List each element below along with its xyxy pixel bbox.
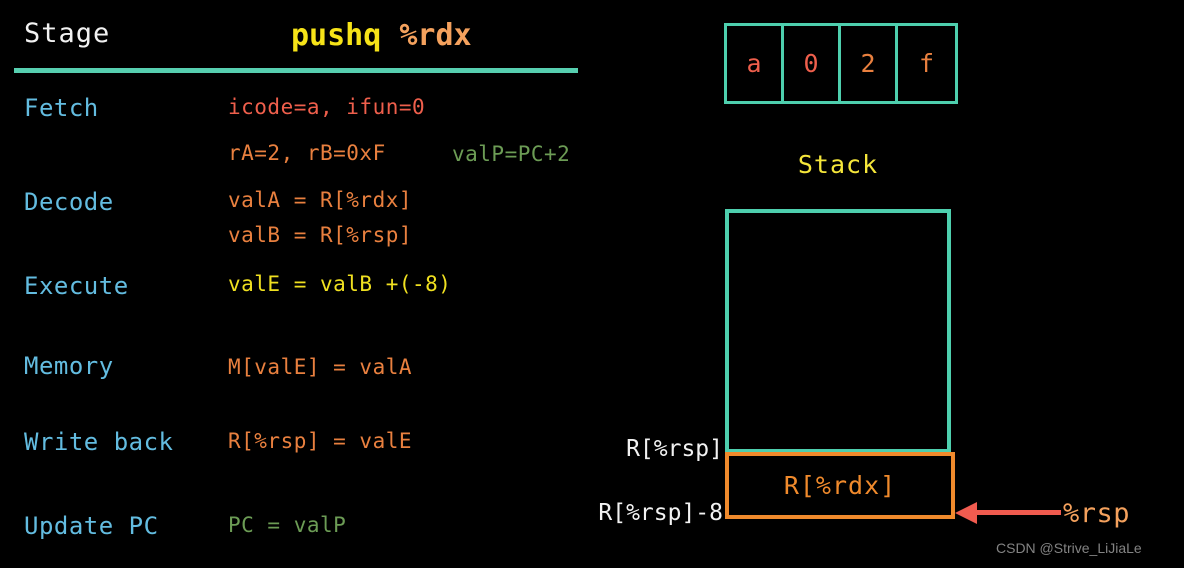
stack-pointer-label: %rsp bbox=[1063, 498, 1131, 529]
instruction-title: pushq %rdx bbox=[291, 18, 472, 53]
stack-empty-region bbox=[725, 209, 951, 453]
stage-label-memory: Memory bbox=[24, 352, 114, 380]
stage-label-fetch: Fetch bbox=[24, 94, 99, 122]
encoding-byte-3: f bbox=[918, 49, 935, 78]
stack-pointer-arrow bbox=[955, 500, 1065, 524]
stage-value-decode-line1: valA = R[%rdx] bbox=[228, 188, 413, 212]
stage-value-execute: valE = valB +(-8) bbox=[228, 272, 452, 296]
stack-pushed-slot: R[%rdx] bbox=[725, 452, 955, 519]
header-divider bbox=[14, 68, 578, 73]
arrow-shaft bbox=[973, 510, 1061, 515]
stage-value-update-pc: PC = valP bbox=[228, 513, 347, 537]
instruction-mnemonic: pushq bbox=[291, 18, 382, 53]
encoding-byte-2: 2 bbox=[841, 26, 898, 101]
stack-title: Stack bbox=[797, 150, 879, 179]
stage-value-fetch-line2: rA=2, rB=0xF bbox=[228, 141, 386, 165]
stage-label-write-back: Write back bbox=[24, 428, 174, 456]
slide-canvas: Stage pushq %rdx Fetch icode=a, ifun=0 r… bbox=[0, 0, 1184, 568]
stage-value-decode-line2: valB = R[%rsp] bbox=[228, 223, 413, 247]
stage-value-fetch-valp: valP=PC+2 bbox=[452, 142, 571, 166]
instruction-encoding-bytes: a 0 2 f bbox=[724, 23, 958, 104]
stage-label-execute: Execute bbox=[24, 272, 129, 300]
stage-value-fetch-line1: icode=a, ifun=0 bbox=[228, 95, 426, 119]
stage-column-header: Stage bbox=[24, 18, 111, 49]
stage-value-memory: M[valE] = valA bbox=[228, 355, 413, 379]
instruction-operand: %rdx bbox=[399, 18, 472, 53]
instruction-space bbox=[381, 18, 399, 53]
stage-label-update-pc: Update PC bbox=[24, 512, 159, 540]
encoding-byte-1: 0 bbox=[784, 26, 841, 101]
stack-address-label-top: R[%rsp] bbox=[626, 436, 723, 462]
encoding-byte-0: a bbox=[727, 26, 784, 101]
stage-label-decode: Decode bbox=[24, 188, 114, 216]
watermark: CSDN @Strive_LiJiaLe bbox=[996, 540, 1142, 556]
stack-address-label-bottom: R[%rsp]-8 bbox=[598, 500, 723, 526]
stage-value-write-back: R[%rsp] = valE bbox=[228, 429, 413, 453]
